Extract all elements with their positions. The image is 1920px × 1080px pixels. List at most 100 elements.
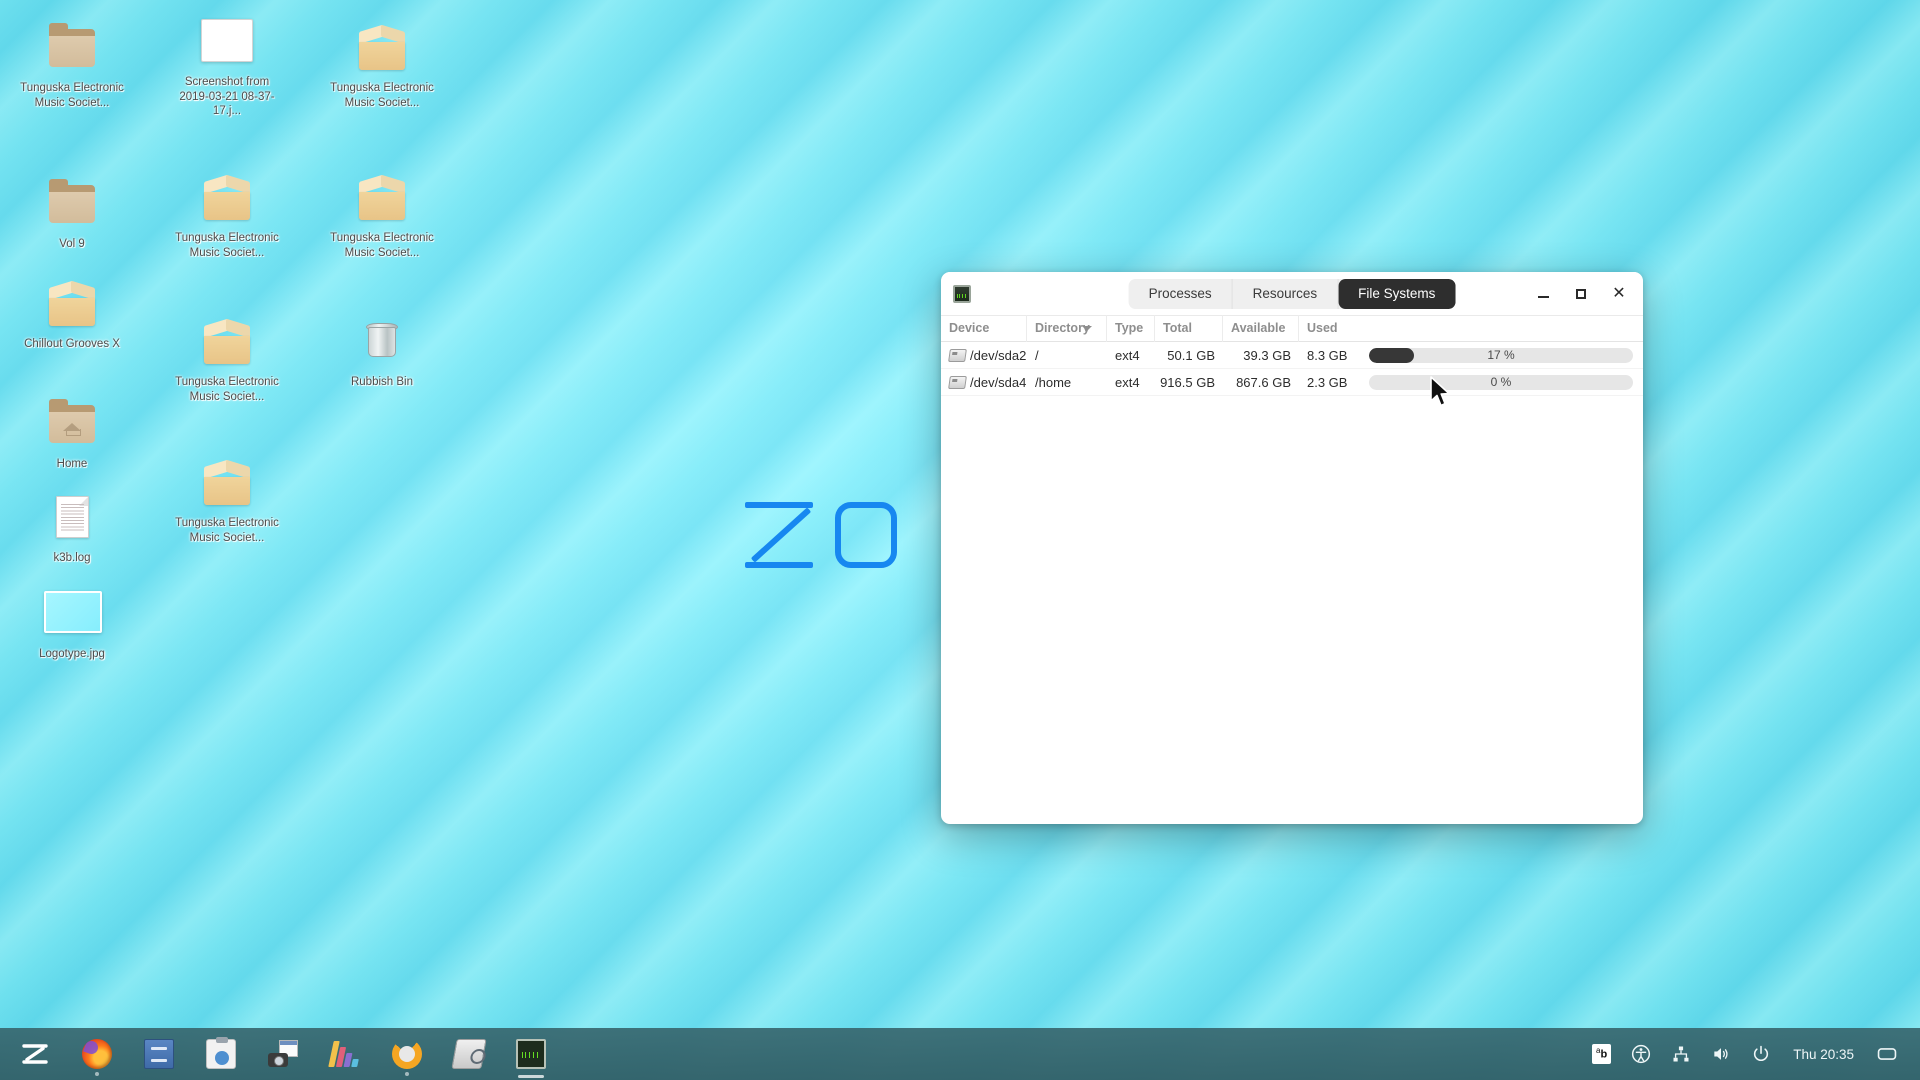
window-titlebar[interactable]: Processes Resources File Systems ✕: [941, 272, 1643, 315]
folder-icon: [44, 178, 100, 232]
disk-wrench-icon: [451, 1039, 487, 1069]
home-folder-icon: [44, 398, 100, 452]
tab-processes[interactable]: Processes: [1129, 278, 1233, 309]
desktop-icon[interactable]: Tunguska Electronic Music Societ...: [175, 457, 279, 545]
desktop-icon[interactable]: Tunguska Electronic Music Societ...: [175, 172, 279, 260]
network-indicator[interactable]: [1663, 1028, 1699, 1080]
zorin-menu-button[interactable]: [4, 1028, 66, 1080]
system-monitor-icon: [516, 1039, 546, 1069]
table-row[interactable]: /dev/sda2 / ext4 50.1 GB 39.3 GB 8.3 GB 17 %: [941, 342, 1643, 369]
window-controls[interactable]: ✕: [1525, 279, 1637, 309]
clipboard-icon: [206, 1037, 236, 1069]
accessibility-indicator[interactable]: [1623, 1028, 1659, 1080]
clock[interactable]: Thu 20:35: [1783, 1047, 1864, 1062]
screenshot-tool-launcher[interactable]: [252, 1028, 314, 1080]
archive-box-icon: [199, 457, 255, 511]
used-size-label: 8.3 GB: [1307, 347, 1348, 363]
document-icon: [44, 492, 100, 546]
tab-bar[interactable]: Processes Resources File Systems: [1128, 278, 1456, 309]
notification-icon: [1877, 1048, 1897, 1060]
column-header-directory[interactable]: Directory: [1027, 315, 1107, 342]
close-button[interactable]: ✕: [1601, 279, 1637, 309]
disk-icon: [948, 375, 967, 389]
desktop-icon[interactable]: k3b.log: [20, 492, 124, 566]
system-monitor-window[interactable]: Processes Resources File Systems ✕ Devic…: [941, 272, 1643, 824]
desktop-icon-label: Tunguska Electronic Music Societ...: [330, 232, 434, 259]
cell-type: ext4: [1115, 347, 1140, 363]
archive-box-icon: [354, 172, 410, 226]
cell-device: /dev/sda4: [941, 375, 1027, 390]
column-header-type[interactable]: Type: [1107, 315, 1155, 342]
notification-indicator[interactable]: [1868, 1028, 1906, 1080]
image-thumbnail-icon: [44, 588, 102, 642]
firefox-icon: [82, 1039, 112, 1069]
desktop-icon[interactable]: Rubbish Bin: [330, 316, 434, 390]
system-monitor-icon: [953, 284, 971, 303]
desktop-icon[interactable]: Tunguska Electronic Music Societ...: [330, 172, 434, 260]
table-row[interactable]: /dev/sda4/home ext4 916.5 GB 867.6 GB 2.3 GB…: [941, 369, 1643, 396]
software-center-launcher[interactable]: [190, 1028, 252, 1080]
archive-box-icon: [199, 172, 255, 226]
desktop-icon[interactable]: Tunguska Electronic Music Societ...: [175, 316, 279, 404]
folder-icon: [44, 22, 100, 76]
tab-file-systems[interactable]: File Systems: [1338, 278, 1456, 309]
running-indicator-dot: [405, 1072, 409, 1076]
column-header-available[interactable]: Available: [1223, 315, 1299, 342]
device-label: /dev/sda4: [970, 374, 1027, 390]
desktop-icon-label: Tunguska Electronic Music Societ...: [175, 376, 279, 403]
cell-directory: /: [1035, 347, 1039, 363]
cell-total: 50.1 GB: [1167, 347, 1215, 363]
keyboard-layout-main: b: [1600, 1048, 1608, 1061]
firefox-launcher[interactable]: [66, 1028, 128, 1080]
desktop-icon[interactable]: Logotype.jpg: [20, 588, 124, 662]
keyboard-layout-icon: ab: [1592, 1044, 1612, 1064]
usage-progress-bar: 0 %: [1369, 374, 1633, 390]
device-label: /dev/sda2: [970, 347, 1027, 363]
power-indicator[interactable]: [1743, 1028, 1779, 1080]
taskbar-launchers: [0, 1028, 562, 1080]
file-systems-table: Device Directory Type Total Available Us…: [941, 315, 1643, 396]
desktop-icon-label: k3b.log: [53, 552, 91, 564]
cell-available: 867.6 GB: [1236, 374, 1291, 390]
tab-resources[interactable]: Resources: [1233, 278, 1339, 309]
maximize-button[interactable]: [1563, 279, 1599, 309]
zorin-logo-icon: [22, 1044, 48, 1064]
desktop-icon-label: Tunguska Electronic Music Societ...: [20, 82, 124, 109]
minimize-button[interactable]: [1525, 279, 1561, 309]
cell-directory: /home: [1035, 374, 1072, 390]
file-manager-launcher[interactable]: [128, 1028, 190, 1080]
keyboard-layout-indicator[interactable]: ab: [1584, 1028, 1619, 1080]
camera-window-icon: [268, 1039, 298, 1069]
desktop-icon-label: Tunguska Electronic Music Societ...: [330, 82, 434, 109]
desktop-icon[interactable]: Tunguska Electronic Music Societ...: [20, 22, 124, 110]
cell-device: /dev/sda2: [941, 348, 1027, 363]
system-tray: ab Thu 20:35: [1584, 1028, 1920, 1080]
running-indicator-dot: [95, 1072, 99, 1076]
desktop-icon[interactable]: Home: [20, 398, 124, 472]
cell-used: 8.3 GB 17 %: [1299, 347, 1643, 363]
column-header-device[interactable]: Device: [941, 315, 1027, 342]
system-monitor-launcher[interactable]: [500, 1028, 562, 1080]
software-updater-launcher[interactable]: [376, 1028, 438, 1080]
file-cabinet-icon: [144, 1039, 174, 1069]
desktop-icon-label: Tunguska Electronic Music Societ...: [175, 232, 279, 259]
desktop-icon[interactable]: Tunguska Electronic Music Societ...: [330, 22, 434, 110]
desktop-icon-label: Screenshot from 2019-03-21 08-37-17.j...: [179, 76, 275, 117]
disks-launcher[interactable]: [438, 1028, 500, 1080]
office-launcher[interactable]: [314, 1028, 376, 1080]
column-header-used[interactable]: Used: [1299, 315, 1643, 342]
sort-descending-icon: [1082, 326, 1092, 331]
network-icon: [1673, 1046, 1689, 1062]
desktop-icon[interactable]: Screenshot from 2019-03-21 08-37-17.j...: [175, 16, 279, 119]
cell-available: 39.3 GB: [1243, 347, 1291, 363]
desktop-icon-label: Rubbish Bin: [350, 376, 413, 388]
desktop-icon[interactable]: Vol 9: [20, 178, 124, 252]
usage-progress-bar: 17 %: [1369, 347, 1633, 363]
column-header-total[interactable]: Total: [1155, 315, 1223, 342]
taskbar: ab Thu 20:35: [0, 1028, 1920, 1080]
disk-icon: [948, 348, 967, 362]
volume-indicator[interactable]: [1703, 1028, 1739, 1080]
desktop-icon[interactable]: Chillout Grooves X: [20, 278, 124, 352]
power-icon: [1754, 1045, 1769, 1061]
update-circle-icon: [392, 1039, 422, 1069]
